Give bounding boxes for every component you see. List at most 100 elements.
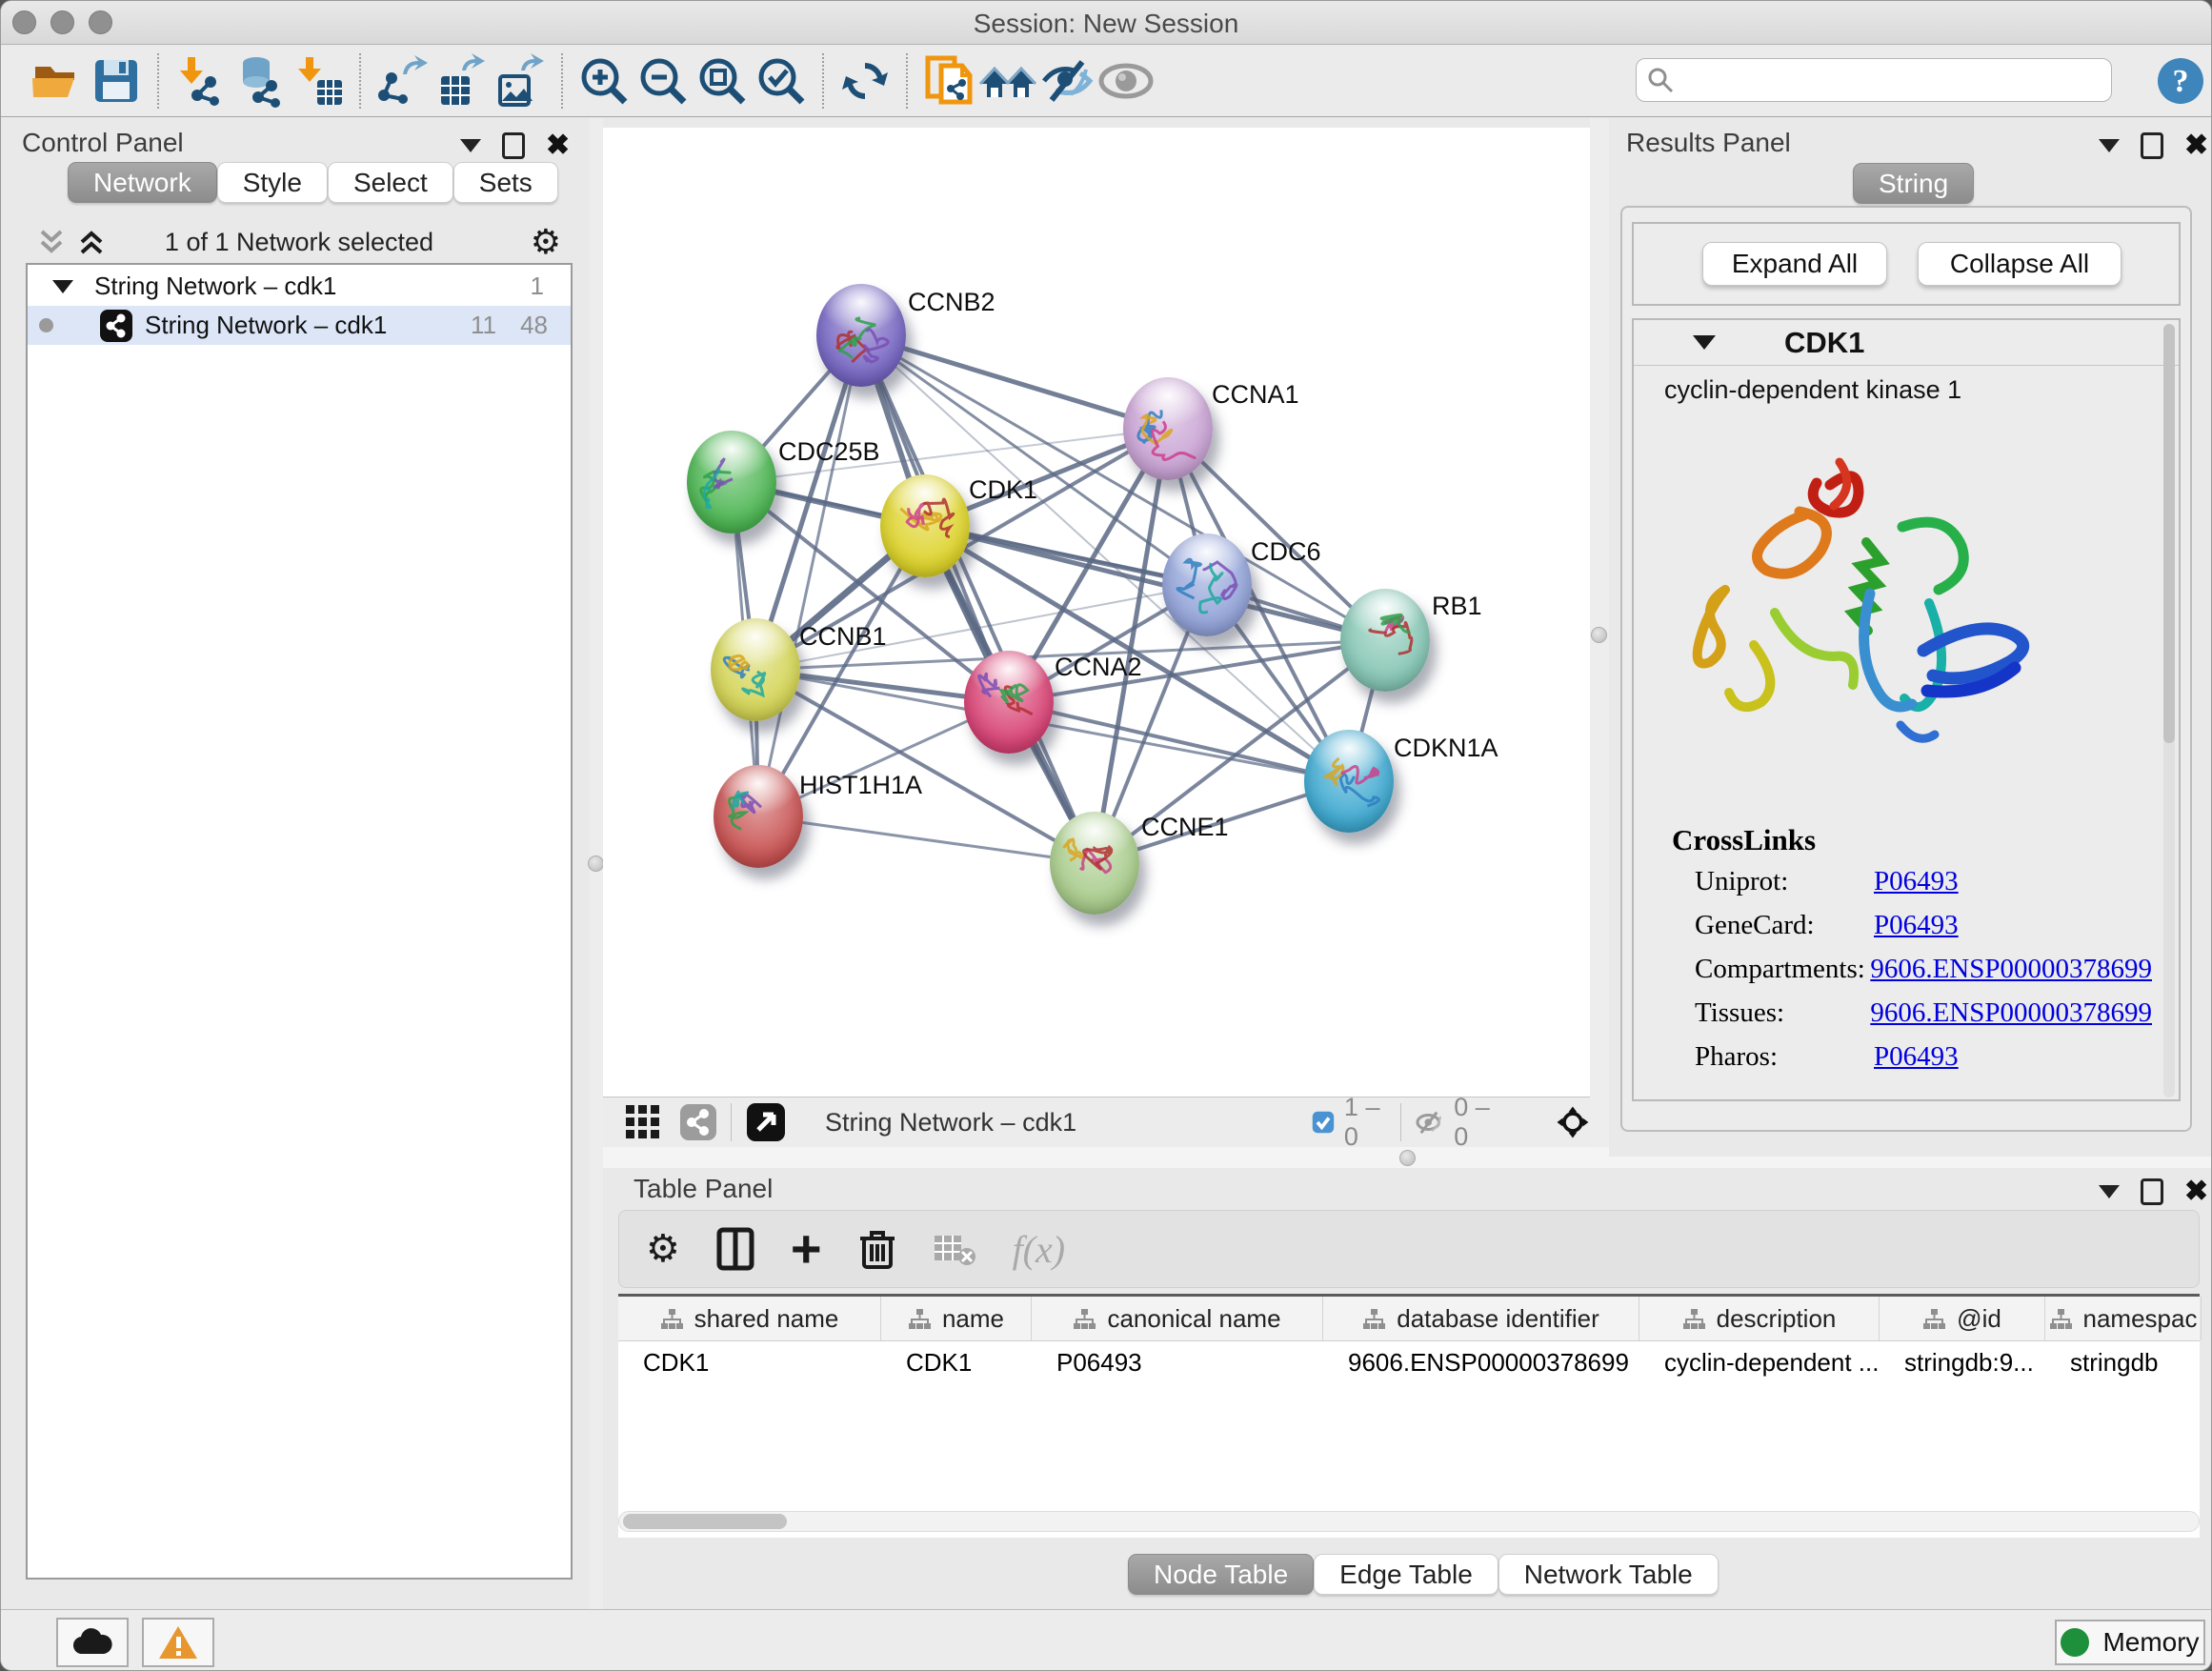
collection-expander-icon[interactable] <box>52 280 73 293</box>
import-table-from-file-button[interactable] <box>289 51 348 111</box>
entry-expander-icon[interactable] <box>1693 335 1716 350</box>
tab-network[interactable]: Network <box>68 162 217 203</box>
help-button[interactable]: ? <box>2156 56 2205 111</box>
crosslink-link[interactable]: 9606.ENSP00000378699 <box>1870 954 2152 985</box>
node-HIST1H1A[interactable] <box>714 765 803 868</box>
export-image-button[interactable] <box>491 51 550 111</box>
table-row[interactable]: CDK1CDK1P064939606.ENSP00000378699cyclin… <box>618 1341 2200 1384</box>
column-header-canonical-name[interactable]: canonical name <box>1032 1297 1323 1340</box>
column-header-@id[interactable]: @id <box>1880 1297 2045 1340</box>
zoom-out-button[interactable] <box>633 51 693 111</box>
node-CCNE1[interactable] <box>1050 812 1139 915</box>
close-panel-icon[interactable]: ✖ <box>546 131 570 160</box>
network-collection-row[interactable]: String Network – cdk1 1 <box>28 267 571 306</box>
node-CCNA2[interactable] <box>964 651 1054 754</box>
edge-CCNB2-CCNA1[interactable] <box>861 335 1168 429</box>
zoom-in-button[interactable] <box>574 51 633 111</box>
zoom-selected-button[interactable] <box>752 51 811 111</box>
horizontal-splitter-handle[interactable] <box>1399 1150 1416 1166</box>
results-scrollbar-thumb[interactable] <box>2163 324 2175 743</box>
import-network-from-file-button[interactable] <box>171 51 230 111</box>
edge-CCNA2-CDKN1A[interactable] <box>1009 702 1349 781</box>
warnings-button[interactable] <box>142 1618 214 1667</box>
expand-all-button[interactable]: Expand All <box>1702 242 1887 286</box>
panel-menu-icon[interactable] <box>460 139 481 152</box>
float-panel-icon[interactable] <box>2141 132 2163 159</box>
node-CCNA1[interactable] <box>1123 377 1213 480</box>
global-search[interactable] <box>1636 58 2112 102</box>
table-cell[interactable]: cyclin-dependent ... <box>1639 1341 1880 1384</box>
first-neighbors-button[interactable] <box>978 51 1037 111</box>
tab-sets[interactable]: Sets <box>453 162 558 203</box>
show-columns-icon[interactable] <box>716 1227 754 1271</box>
panel-menu-icon[interactable] <box>2099 139 2120 152</box>
table-cell[interactable]: CDK1 <box>618 1341 881 1384</box>
cloud-button[interactable] <box>56 1618 129 1667</box>
node-CDC25B[interactable] <box>687 431 776 534</box>
tab-node-table[interactable]: Node Table <box>1128 1554 1314 1595</box>
show-graphics-details-button[interactable] <box>1096 51 1156 111</box>
export-network-button[interactable] <box>372 51 432 111</box>
right-splitter-handle[interactable] <box>1591 627 1607 643</box>
crosslink-link[interactable]: P06493 <box>1874 910 1959 941</box>
import-network-from-database-button[interactable] <box>230 51 289 111</box>
tab-select[interactable]: Select <box>328 162 453 203</box>
memory-button[interactable]: Memory <box>2055 1620 2205 1665</box>
zoom-fit-button[interactable] <box>693 51 752 111</box>
left-splitter-handle[interactable] <box>588 856 604 872</box>
node-CDK1[interactable] <box>880 474 970 577</box>
node-CDKN1A[interactable] <box>1304 730 1394 833</box>
node-CCNB2[interactable] <box>816 284 906 387</box>
open-session-button[interactable] <box>28 51 87 111</box>
table-cell[interactable]: stringdb <box>2045 1341 2202 1384</box>
new-network-from-selection-button[interactable] <box>919 51 978 111</box>
float-panel-icon[interactable] <box>502 132 525 159</box>
table-hscrollbar-thumb[interactable] <box>623 1514 787 1529</box>
float-panel-icon[interactable] <box>2141 1178 2163 1205</box>
node-CDC6[interactable] <box>1162 534 1252 636</box>
refresh-network-button[interactable] <box>835 51 895 111</box>
results-scrollbar[interactable] <box>2163 324 2175 1097</box>
edge-CCNB2-HIST1H1A[interactable] <box>758 335 861 816</box>
add-column-icon[interactable]: + <box>791 1230 822 1268</box>
string-badge-icon[interactable] <box>679 1103 717 1141</box>
tab-string[interactable]: String <box>1853 163 1974 204</box>
table-hscrollbar[interactable] <box>618 1511 2200 1532</box>
save-session-button[interactable] <box>87 51 146 111</box>
fit-content-crosshair-icon[interactable] <box>1556 1099 1590 1145</box>
delete-column-trash-icon[interactable] <box>858 1227 896 1271</box>
crosslink-link[interactable]: P06493 <box>1874 866 1959 897</box>
tab-style[interactable]: Style <box>217 162 328 203</box>
node-RB1[interactable] <box>1340 589 1430 692</box>
table-cell[interactable]: P06493 <box>1032 1341 1323 1384</box>
close-panel-icon[interactable]: ✖ <box>2184 1178 2208 1206</box>
column-header-database-identifier[interactable]: database identifier <box>1323 1297 1639 1340</box>
panel-menu-icon[interactable] <box>2099 1185 2120 1198</box>
edge-HIST1H1A-CCNE1[interactable] <box>758 816 1095 863</box>
birds-eye-view-icon[interactable] <box>624 1103 662 1141</box>
selected-checkbox-icon[interactable] <box>1312 1107 1335 1137</box>
gear-icon[interactable]: ⚙ <box>531 222 561 262</box>
table-settings-gear-icon[interactable]: ⚙ <box>646 1227 680 1271</box>
open-in-window-icon[interactable] <box>745 1101 787 1143</box>
table-cell[interactable]: stringdb:9... <box>1880 1341 2045 1384</box>
table-cell[interactable]: 9606.ENSP00000378699 <box>1323 1341 1639 1384</box>
node-CCNB1[interactable] <box>711 618 800 721</box>
close-panel-icon[interactable]: ✖ <box>2184 131 2208 160</box>
crosslink-link[interactable]: P06493 <box>1874 1041 1959 1073</box>
collapse-all-button[interactable]: Collapse All <box>1918 242 2122 286</box>
search-input[interactable] <box>1675 66 2094 95</box>
tab-edge-table[interactable]: Edge Table <box>1314 1554 1498 1595</box>
column-header-name[interactable]: name <box>881 1297 1032 1340</box>
gene-entry-header[interactable]: CDK1 <box>1634 320 2179 366</box>
tab-network-table[interactable]: Network Table <box>1498 1554 1719 1595</box>
table-cell[interactable]: CDK1 <box>881 1341 1032 1384</box>
network-canvas[interactable]: CCNB2CCNA1CDC25BCDK1CDC6RB1CCNB1CCNA2CDK… <box>603 128 1590 1097</box>
column-header-shared-name[interactable]: shared name <box>618 1297 881 1340</box>
network-row[interactable]: String Network – cdk1 11 48 <box>28 306 571 345</box>
hide-selected-button[interactable] <box>1037 51 1096 111</box>
column-header-namespac[interactable]: namespac <box>2045 1297 2202 1340</box>
export-table-button[interactable] <box>432 51 491 111</box>
crosslink-link[interactable]: 9606.ENSP00000378699 <box>1870 997 2152 1029</box>
column-header-description[interactable]: description <box>1639 1297 1880 1340</box>
